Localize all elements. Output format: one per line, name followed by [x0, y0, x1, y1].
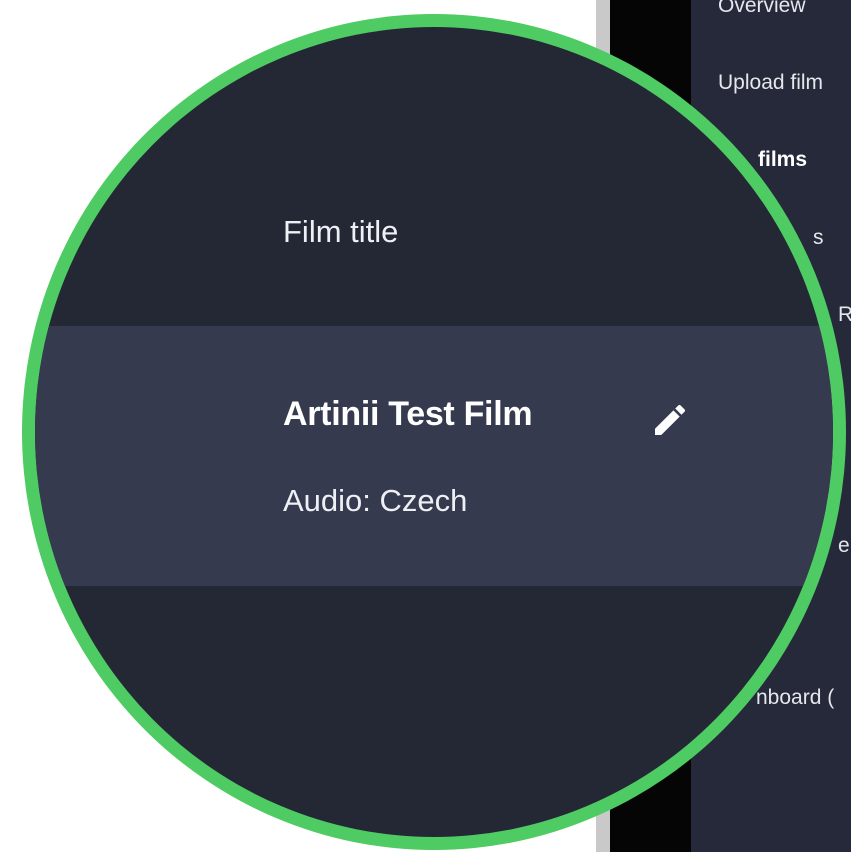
screen: Overview Upload film films s R e nboard …	[0, 0, 851, 852]
audio-label: Audio:	[283, 483, 371, 518]
nav-item-overview[interactable]: Overview	[718, 0, 806, 18]
audio-value: Czech	[379, 483, 468, 518]
magnified-film-table: Film title Artinii Test Film Audio: Czec…	[35, 27, 833, 837]
edit-title-button[interactable]	[648, 398, 692, 442]
nav-item-fragment[interactable]: R	[838, 303, 851, 327]
film-title[interactable]: Artinii Test Film	[283, 395, 533, 434]
column-header-film-title: Film title	[283, 214, 399, 249]
magnifier-lens: Film title Artinii Test Film Audio: Czec…	[22, 14, 846, 850]
table-row[interactable]	[35, 326, 833, 586]
pencil-icon	[655, 404, 686, 435]
audio-language: Audio: Czech	[283, 483, 467, 519]
nav-item-fragment[interactable]: e	[838, 534, 850, 558]
